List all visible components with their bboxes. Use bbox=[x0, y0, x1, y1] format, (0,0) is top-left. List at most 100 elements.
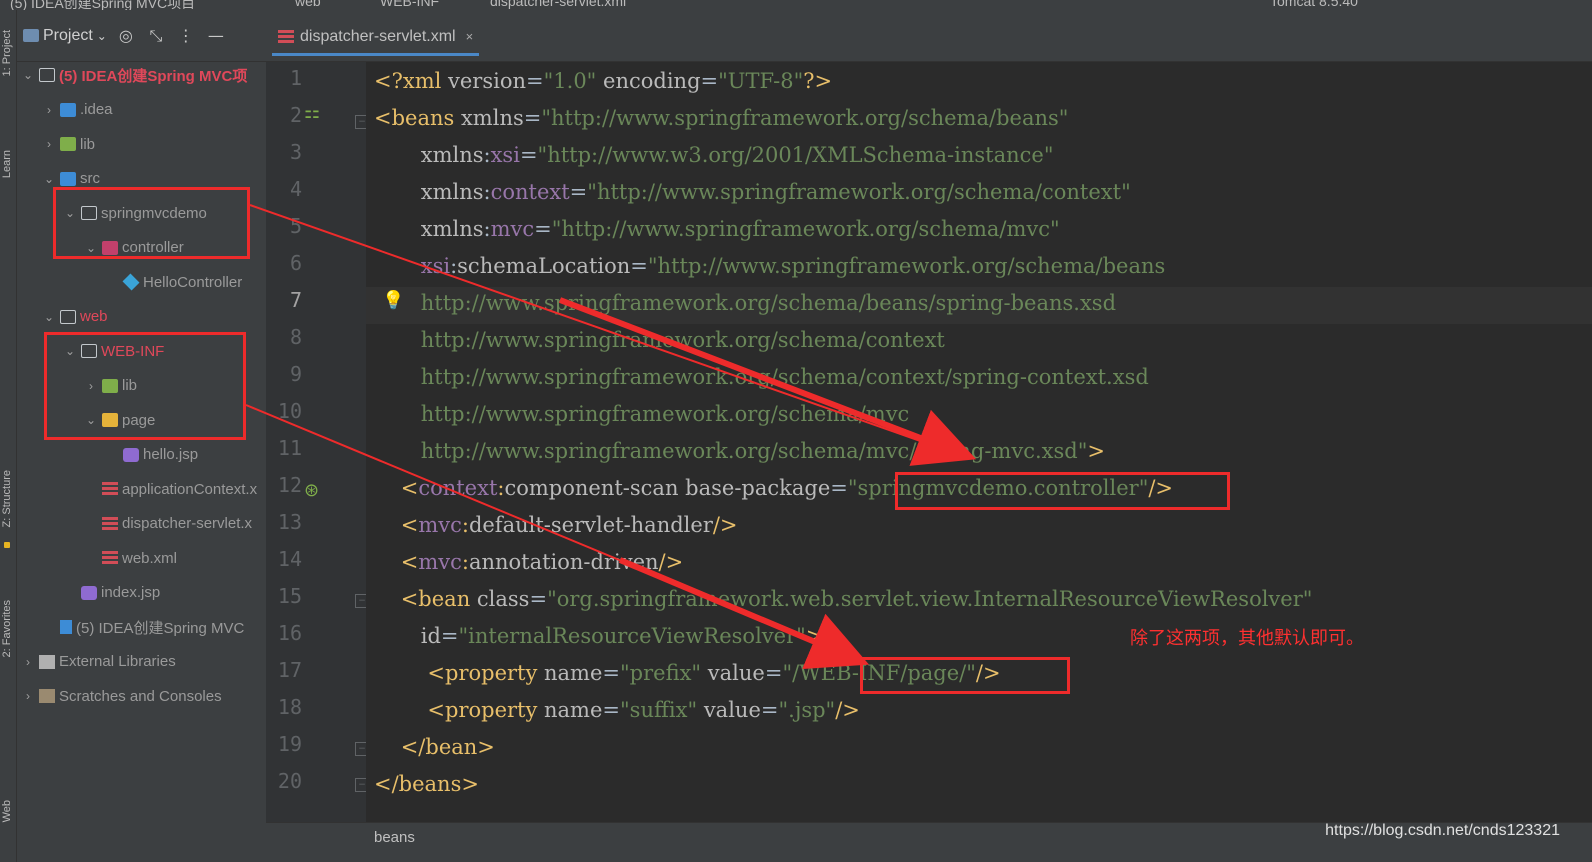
web-tool-tab[interactable]: Web bbox=[1, 800, 13, 822]
tree-item[interactable]: › lib bbox=[42, 129, 95, 159]
code-line[interactable]: </bean> bbox=[374, 729, 495, 766]
chevron-down-icon[interactable]: ⌄ bbox=[84, 413, 98, 427]
code-line[interactable]: http://www.springframework.org/schema/be… bbox=[374, 285, 1116, 322]
line-number: 8 bbox=[289, 325, 302, 349]
tab-dispatcher-servlet[interactable]: dispatcher-servlet.xml × bbox=[272, 20, 480, 56]
project-tool-tab[interactable]: 1: Project bbox=[1, 30, 13, 76]
code-line[interactable]: <property name="prefix" value="/WEB-INF/… bbox=[374, 655, 1000, 692]
code-token: value bbox=[707, 661, 765, 685]
tree-item-label: Scratches and Consoles bbox=[59, 687, 222, 705]
tree-item[interactable]: ⌄ page bbox=[84, 405, 155, 435]
chevron-down-icon: ⌄ bbox=[96, 28, 107, 43]
code-line[interactable]: id="internalResourceViewResolver"> bbox=[374, 618, 824, 655]
code-line[interactable]: http://www.springframework.org/schema/mv… bbox=[374, 433, 1105, 470]
code-token: = bbox=[602, 698, 621, 722]
code-token: = bbox=[602, 661, 621, 685]
tree-item[interactable]: ⌄ web bbox=[42, 302, 108, 332]
chevron-right-icon[interactable]: › bbox=[84, 379, 98, 393]
target-icon[interactable]: ◎ bbox=[115, 26, 137, 45]
tree-item[interactable]: index.jsp bbox=[63, 578, 160, 608]
tree-item[interactable]: › lib bbox=[84, 371, 137, 401]
learn-tool-tab[interactable]: Learn bbox=[1, 150, 13, 178]
collapse-icon[interactable]: ⤡ bbox=[145, 26, 167, 46]
run-config-select[interactable]: Tomcat 8.5.40 bbox=[1270, 0, 1358, 9]
tree-item[interactable]: › External Libraries bbox=[21, 647, 176, 677]
tree-item[interactable]: ⌄ controller bbox=[84, 233, 184, 263]
code-token: "suffix" bbox=[620, 698, 698, 722]
breadcrumb-web-inf[interactable]: WEB-INF bbox=[380, 0, 439, 9]
project-folder-icon bbox=[23, 29, 39, 42]
breadcrumb-file[interactable]: dispatcher-servlet.xml bbox=[490, 0, 626, 9]
code-line[interactable]: http://www.springframework.org/schema/co… bbox=[374, 359, 1149, 396]
breadcrumb-beans[interactable]: beans bbox=[374, 829, 415, 846]
tree-item-label: External Libraries bbox=[59, 653, 176, 670]
tree-item[interactable]: ⌄ (5) IDEA创建Spring MVC项 bbox=[21, 60, 247, 90]
tree-item[interactable]: web.xml bbox=[84, 543, 177, 573]
tree-item[interactable]: ⌄ WEB-INF bbox=[63, 336, 164, 366]
tree-item[interactable]: › Scratches and Consoles bbox=[21, 681, 222, 711]
minimize-icon[interactable]: — bbox=[205, 26, 227, 45]
code-token: context bbox=[490, 180, 570, 204]
chevron-down-icon[interactable]: ⌄ bbox=[63, 206, 77, 220]
code-line[interactable]: <beans xmlns="http://www.springframework… bbox=[374, 100, 1068, 137]
project-view-selector[interactable]: Project ⌄ bbox=[23, 27, 107, 45]
chevron-down-icon[interactable]: ⌄ bbox=[42, 172, 56, 186]
structure-tool-tab[interactable]: Z: Structure bbox=[1, 470, 13, 527]
breadcrumb-project[interactable]: (5) IDEA创建Spring MVC项目 bbox=[10, 0, 195, 10]
chevron-right-icon[interactable]: › bbox=[21, 655, 35, 669]
code-line[interactable]: <?xml version="1.0" encoding="UTF-8"?> bbox=[374, 63, 832, 100]
code-editor[interactable]: 💡 <?xml version="1.0" encoding="UTF-8"?>… bbox=[366, 62, 1592, 822]
tree-item[interactable]: › .idea bbox=[42, 95, 113, 125]
tree-item[interactable]: hello.jsp bbox=[105, 440, 198, 470]
close-icon[interactable]: × bbox=[466, 29, 474, 44]
code-line[interactable]: xmlns:xsi="http://www.w3.org/2001/XMLSch… bbox=[374, 137, 1054, 174]
line-number: 20 bbox=[277, 769, 302, 793]
chevron-right-icon[interactable]: › bbox=[42, 137, 56, 151]
line-number: 16 bbox=[277, 621, 302, 645]
code-token: ".jsp" bbox=[778, 698, 836, 722]
line-number: 15 bbox=[277, 584, 302, 608]
breadcrumb-web[interactable]: web bbox=[295, 0, 321, 9]
tree-item[interactable]: dispatcher-servlet.x bbox=[84, 509, 252, 539]
code-token: mvc bbox=[418, 513, 462, 537]
code-token: <property bbox=[427, 698, 545, 722]
code-line[interactable]: xmlns:mvc="http://www.springframework.or… bbox=[374, 211, 1060, 248]
code-line[interactable]: <mvc:default-servlet-handler/> bbox=[374, 507, 738, 544]
chevron-down-icon[interactable]: ⌄ bbox=[63, 344, 77, 358]
chevron-down-icon[interactable]: ⌄ bbox=[84, 241, 98, 255]
code-line[interactable]: http://www.springframework.org/schema/mv… bbox=[374, 396, 910, 433]
code-line[interactable]: <context:component-scan base-package="sp… bbox=[374, 470, 1173, 507]
code-line[interactable]: xsi:schemaLocation="http://www.springfra… bbox=[374, 248, 1166, 285]
line-number: 1 bbox=[289, 66, 302, 90]
more-icon[interactable]: ⋮ bbox=[175, 26, 197, 45]
tree-item[interactable]: ⌄ springmvcdemo bbox=[63, 198, 207, 228]
code-line[interactable]: xmlns:context="http://www.springframewor… bbox=[374, 174, 1131, 211]
tree-item[interactable]: (5) IDEA创建Spring MVC bbox=[42, 612, 244, 642]
tree-item[interactable]: HelloController bbox=[105, 267, 242, 297]
chevron-right-icon[interactable]: › bbox=[21, 689, 35, 703]
spring-config-icon[interactable]: ⚏ bbox=[304, 102, 320, 123]
code-line[interactable]: </beans> bbox=[374, 766, 479, 803]
marker-icon bbox=[4, 542, 10, 548]
code-line[interactable]: <property name="suffix" value=".jsp"/> bbox=[374, 692, 859, 729]
chevron-down-icon[interactable]: ⌄ bbox=[21, 68, 35, 82]
tree-item-label: lib bbox=[122, 377, 138, 394]
chevron-right-icon[interactable]: › bbox=[42, 103, 56, 117]
tree-item[interactable]: ⌄ src bbox=[42, 164, 100, 194]
chevron-down-icon[interactable]: ⌄ bbox=[42, 310, 56, 324]
jsp-file-icon bbox=[123, 447, 139, 462]
code-token: : bbox=[483, 180, 491, 204]
line-number: 17 bbox=[277, 658, 302, 682]
folder-icon bbox=[60, 309, 76, 324]
favorites-tool-tab[interactable]: 2: Favorites bbox=[1, 600, 13, 657]
xml-file-icon bbox=[102, 551, 118, 565]
tree-item[interactable]: applicationContext.x bbox=[84, 474, 257, 504]
spring-scan-icon[interactable]: ⊛ bbox=[304, 480, 319, 501]
code-line[interactable]: <bean class="org.springframework.web.ser… bbox=[374, 581, 1313, 618]
code-line[interactable]: http://www.springframework.org/schema/co… bbox=[374, 322, 945, 359]
code-line[interactable]: <mvc:annotation-driven/> bbox=[374, 544, 684, 581]
project-panel-header: Project ⌄ ◎ ⤡ ⋮ — bbox=[17, 10, 266, 62]
